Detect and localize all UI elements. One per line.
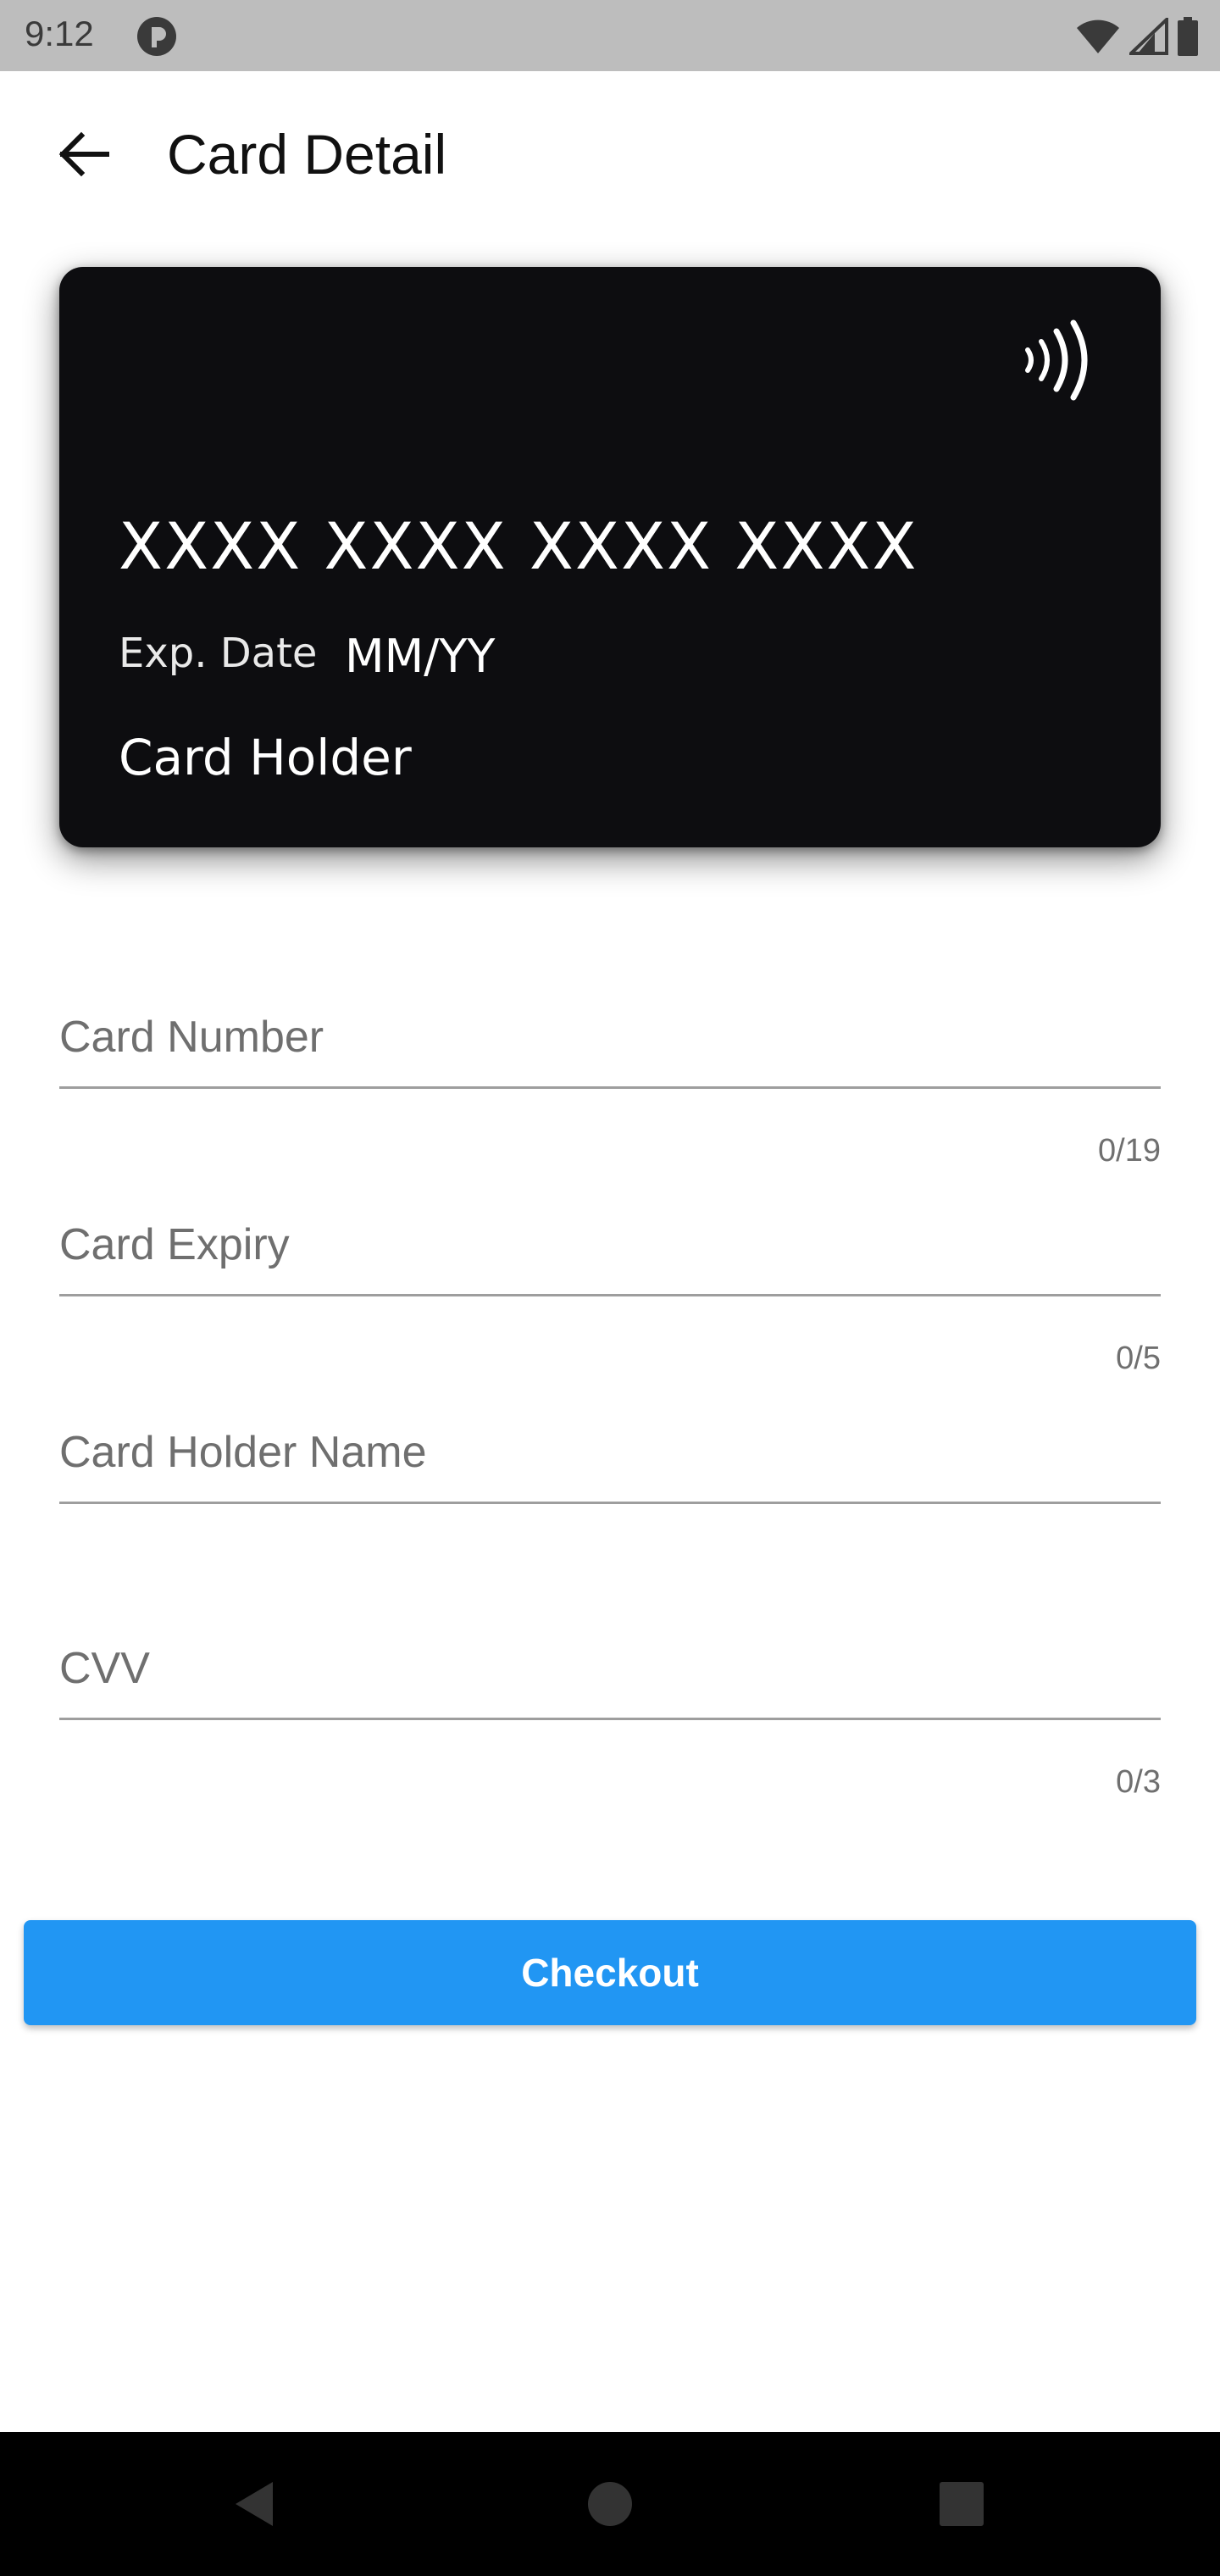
page-title: Card Detail: [167, 123, 447, 186]
arrow-back-icon: [58, 131, 109, 177]
exp-date-value: MM/YY: [345, 630, 496, 683]
checkout-button[interactable]: Checkout: [24, 1920, 1196, 2025]
nav-recents-button[interactable]: [915, 2457, 1008, 2551]
card-number-input[interactable]: [59, 987, 1161, 1089]
card-number-field-group: 0/19: [59, 987, 1161, 1169]
cvv-counter: 0/3: [1116, 1764, 1161, 1800]
cvv-input[interactable]: [59, 1618, 1161, 1720]
status-time: 9:12: [25, 14, 94, 53]
card-expiry-field-group: 0/5: [59, 1195, 1161, 1376]
cvv-field-group: 0/3: [59, 1618, 1161, 1800]
card-holder-name-field-group: [59, 1402, 1161, 1504]
back-button[interactable]: [42, 114, 124, 195]
nav-recents-icon: [940, 2482, 984, 2526]
nav-back-icon: [236, 2482, 273, 2526]
card-expiry-input[interactable]: [59, 1195, 1161, 1296]
exp-date-label: Exp. Date: [119, 630, 318, 677]
nav-home-icon: [588, 2482, 632, 2526]
nav-home-button[interactable]: [563, 2457, 657, 2551]
app-bar: Card Detail: [0, 71, 1220, 237]
card-number-display: XXXX XXXX XXXX XXXX: [119, 508, 918, 584]
credit-card-preview: XXXX XXXX XXXX XXXX Exp. Date MM/YY Card…: [59, 267, 1161, 847]
battery-icon: [1178, 17, 1198, 56]
signal-icon: [1129, 18, 1168, 55]
wifi-icon: [1077, 19, 1119, 53]
card-expiry-counter: 0/5: [1116, 1341, 1161, 1376]
navigation-bar: [0, 2432, 1220, 2576]
status-icons: [1075, 15, 1199, 58]
status-bar: 9:12: [0, 0, 1220, 71]
card-holder-display: Card Holder: [119, 729, 412, 786]
contactless-icon: [1025, 319, 1088, 401]
nav-back-button[interactable]: [208, 2457, 301, 2551]
card-holder-name-input[interactable]: [59, 1402, 1161, 1504]
card-number-counter: 0/19: [1098, 1133, 1161, 1169]
app-notification-icon: [137, 17, 176, 56]
